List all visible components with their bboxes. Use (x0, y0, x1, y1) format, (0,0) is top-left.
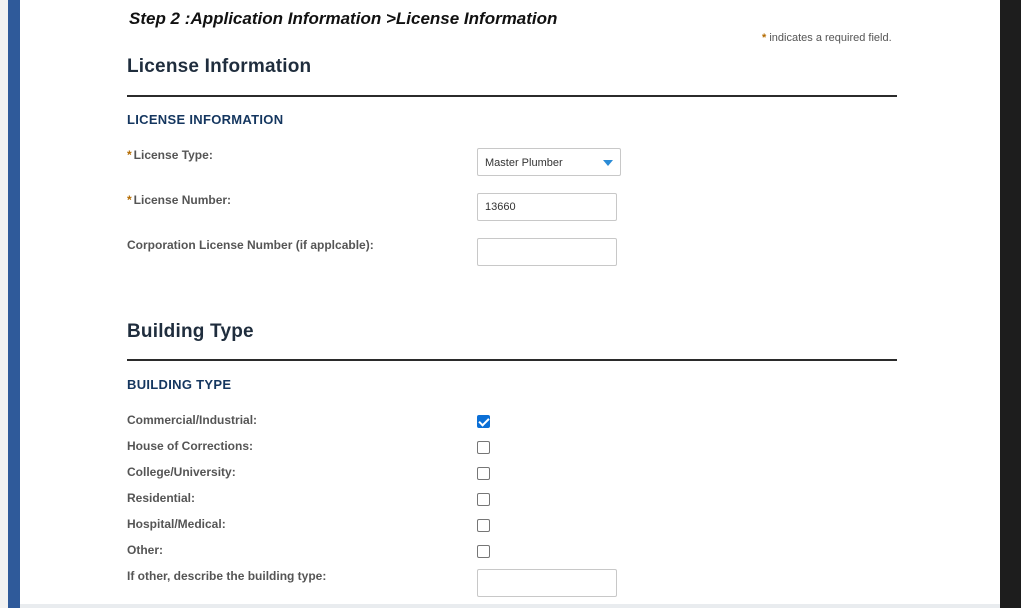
building-type-commercial-checkbox[interactable] (477, 415, 490, 428)
required-note-text: indicates a required field. (769, 32, 892, 44)
bottom-scroll-edge (20, 604, 1000, 608)
license-type-label: * License Type: (127, 148, 213, 162)
other-building-description-input[interactable] (477, 569, 617, 597)
required-star: * (127, 148, 132, 162)
left-accent-bar (8, 0, 20, 608)
step-breadcrumb: Step 2 :Application Information >License… (129, 9, 557, 29)
building-type-corrections-checkbox[interactable] (477, 441, 490, 454)
building-type-college-label: College/University: (127, 465, 236, 479)
building-section-divider (127, 359, 897, 361)
corporation-license-label: Corporation License Number (if applcable… (127, 238, 374, 252)
breadcrumb-page: License Information (395, 9, 558, 28)
other-building-description-label: If other, describe the building type: (127, 569, 327, 583)
building-type-residential-checkbox[interactable] (477, 493, 490, 506)
license-section-divider (127, 95, 897, 97)
license-number-label: * License Number: (127, 193, 231, 207)
building-type-other-label: Other: (127, 543, 163, 557)
window-left-edge (0, 0, 8, 608)
step-label: Step 2 (129, 9, 181, 28)
license-number-input[interactable] (477, 193, 617, 221)
building-type-hospital-label: Hospital/Medical: (127, 517, 226, 531)
license-type-label-text: License Type: (133, 148, 213, 162)
required-field-note: * indicates a required field. (762, 32, 892, 44)
right-frame-bar (1000, 0, 1021, 608)
breadcrumb-separator: > (385, 9, 396, 28)
building-type-commercial-label: Commercial/Industrial: (127, 413, 258, 427)
license-subsection-title: LICENSE INFORMATION (127, 112, 284, 127)
building-type-other-checkbox[interactable] (477, 545, 490, 558)
corporation-license-input[interactable] (477, 238, 617, 266)
license-type-select[interactable]: Master Plumber (477, 148, 621, 176)
building-type-corrections-label: House of Corrections: (127, 439, 254, 453)
license-section-title: License Information (127, 56, 312, 77)
building-type-college-checkbox[interactable] (477, 467, 490, 480)
required-star: * (127, 193, 132, 207)
building-type-hospital-checkbox[interactable] (477, 519, 490, 532)
chevron-down-icon (603, 160, 613, 166)
building-section-title: Building Type (127, 321, 254, 342)
required-star: * (762, 32, 767, 44)
license-number-label-text: License Number: (133, 193, 232, 207)
building-subsection-title: BUILDING TYPE (127, 377, 232, 392)
license-type-selected-value: Master Plumber (485, 157, 563, 169)
building-type-residential-label: Residential: (127, 491, 196, 505)
breadcrumb-section: Application Information (190, 9, 382, 28)
